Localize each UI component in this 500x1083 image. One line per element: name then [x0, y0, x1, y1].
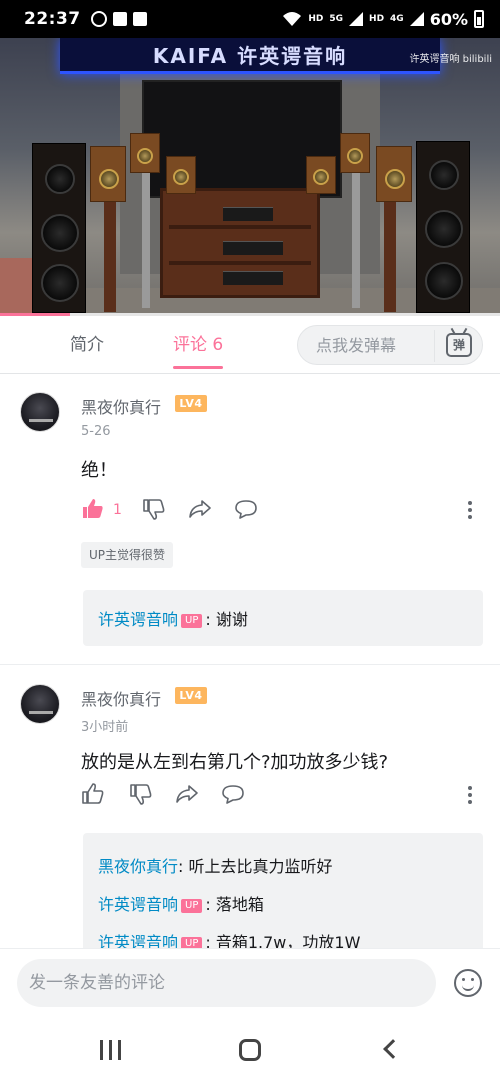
home-button[interactable] — [239, 1039, 261, 1061]
comment-item: 黑夜你真行 LV4 5-26 绝！ 1 UP主觉得很赞 许英谔音响 UP: 谢谢 — [0, 374, 500, 665]
reply-box[interactable]: 黑夜你真行: 听上去比真力监听好 许英谔音响 UP: 落地箱 许英谔音响 UP: 音… — [83, 833, 483, 952]
avatar[interactable] — [20, 684, 60, 724]
thumbs-up-icon — [82, 783, 104, 804]
more-options-button[interactable] — [468, 786, 474, 807]
comment-text: 放的是从左到右第几个?加功放多少钱? — [81, 752, 389, 773]
speaker-tower-right — [416, 141, 470, 313]
reply-separator: : — [205, 610, 211, 629]
reply-box[interactable]: 许英谔音响 UP: 谢谢 — [83, 590, 483, 646]
system-nav-bar — [0, 1018, 500, 1083]
comment-username[interactable]: 黑夜你真行 — [81, 394, 161, 418]
thumbs-up-icon — [83, 499, 103, 518]
comment-actions — [81, 782, 247, 808]
tab-comments-count: 6 — [212, 335, 224, 355]
reply-username[interactable]: 黑夜你真行 — [98, 857, 178, 876]
reply-button[interactable] — [234, 497, 260, 523]
speaker-wood-2 — [130, 133, 160, 173]
wifi-icon — [283, 12, 302, 26]
shopping-bag-icon — [112, 12, 127, 26]
network-label-4g: 4G — [390, 14, 404, 24]
up-liked-badge: UP主觉得很赞 — [81, 542, 174, 568]
reply-text: 落地箱 — [215, 895, 264, 914]
battery-percent: 60% — [429, 9, 468, 29]
comment-date: 5-26 — [81, 424, 111, 439]
equipment-rack — [160, 188, 320, 298]
danmaku-placeholder: 点我发弹幕 — [316, 336, 397, 355]
share-icon — [189, 500, 211, 518]
reply-item: 许英谔音响 UP: 落地箱 — [98, 891, 264, 915]
danmaku-input[interactable]: 点我发弹幕 弹 — [297, 325, 483, 365]
hd-label-2: HD — [369, 14, 385, 24]
video-banner-text: KAIFA 许英谔音响 — [60, 38, 440, 74]
danmaku-button[interactable]: 弹 — [434, 330, 476, 362]
share-icon — [176, 785, 198, 803]
status-bar: 22:37 HD 5G HD 4G 60% — [0, 0, 500, 38]
share-button[interactable] — [175, 782, 201, 808]
reply-item: 许英谔音响 UP: 谢谢 — [98, 606, 248, 630]
comment-username[interactable]: 黑夜你真行 — [81, 686, 161, 710]
reply-separator: : — [205, 895, 211, 914]
network-label-5g: 5G — [329, 14, 344, 24]
reply-text: 听上去比真力监听好 — [188, 857, 333, 876]
share-button[interactable] — [188, 497, 214, 523]
tab-intro[interactable]: 简介 — [70, 316, 104, 374]
tab-comments-label: 评论 — [173, 335, 207, 355]
dislike-button[interactable] — [142, 497, 168, 523]
dnd-icon — [90, 11, 107, 27]
speaker-wood-4 — [306, 156, 336, 194]
tab-comments[interactable]: 评论 6 — [173, 316, 224, 374]
recent-apps-button[interactable] — [100, 1040, 122, 1060]
reply-separator: : — [178, 857, 184, 876]
comment-input-bar: 发一条友善的评论 — [0, 948, 500, 1018]
tab-active-indicator — [173, 366, 224, 369]
speaker-tower-left — [32, 143, 86, 313]
reply-button[interactable] — [221, 782, 247, 808]
avatar[interactable] — [20, 392, 60, 432]
battery-icon — [474, 10, 484, 28]
comment-input[interactable]: 发一条友善的评论 — [17, 959, 436, 1007]
shopping-bag-icon-2 — [132, 12, 147, 26]
video-tabs: 简介 评论 6 点我发弹幕 弹 — [0, 316, 500, 374]
like-count: 1 — [113, 502, 122, 518]
video-watermark: 许英谔音响 bilibili — [409, 54, 492, 65]
reply-text: 谢谢 — [215, 610, 248, 629]
speaker-wood-3 — [166, 156, 196, 194]
dislike-button[interactable] — [129, 782, 155, 808]
hd-label-1: HD — [308, 14, 324, 24]
speaker-wood-1 — [90, 146, 126, 202]
level-badge: LV4 — [175, 687, 207, 704]
reply-item: 黑夜你真行: 听上去比真力监听好 — [98, 853, 333, 877]
comment-date: 3小时前 — [81, 720, 129, 735]
comment-text: 绝！ — [81, 460, 117, 481]
reply-username[interactable]: 许英谔音响 — [98, 610, 178, 629]
danmaku-tv-icon: 弹 — [446, 333, 472, 357]
signal-icon-2 — [409, 12, 424, 26]
signal-icon-1 — [349, 12, 364, 26]
emoji-icon[interactable] — [454, 969, 482, 997]
more-options-button[interactable] — [468, 501, 474, 522]
status-time: 22:37 — [24, 9, 81, 29]
comment-item: 黑夜你真行 LV4 3小时前 放的是从左到右第几个?加功放多少钱? 黑夜你真行:… — [0, 666, 500, 952]
video-player[interactable]: KAIFA 许英谔音响 许英谔音响 bilibili — [0, 38, 500, 316]
reply-username[interactable]: 许英谔音响 — [98, 895, 178, 914]
comment-bubble-icon — [222, 785, 244, 804]
speaker-wood-6 — [376, 146, 412, 202]
speaker-wood-5 — [340, 133, 370, 173]
thumbs-down-icon — [130, 784, 152, 805]
comment-actions: 1 — [81, 497, 260, 523]
like-button[interactable] — [81, 782, 107, 808]
level-badge: LV4 — [175, 395, 207, 412]
comment-bubble-icon — [235, 500, 257, 519]
back-button[interactable] — [383, 1039, 403, 1059]
up-badge: UP — [181, 614, 203, 628]
thumbs-down-icon — [143, 499, 165, 520]
up-badge: UP — [181, 899, 203, 913]
like-button[interactable] — [81, 497, 107, 523]
